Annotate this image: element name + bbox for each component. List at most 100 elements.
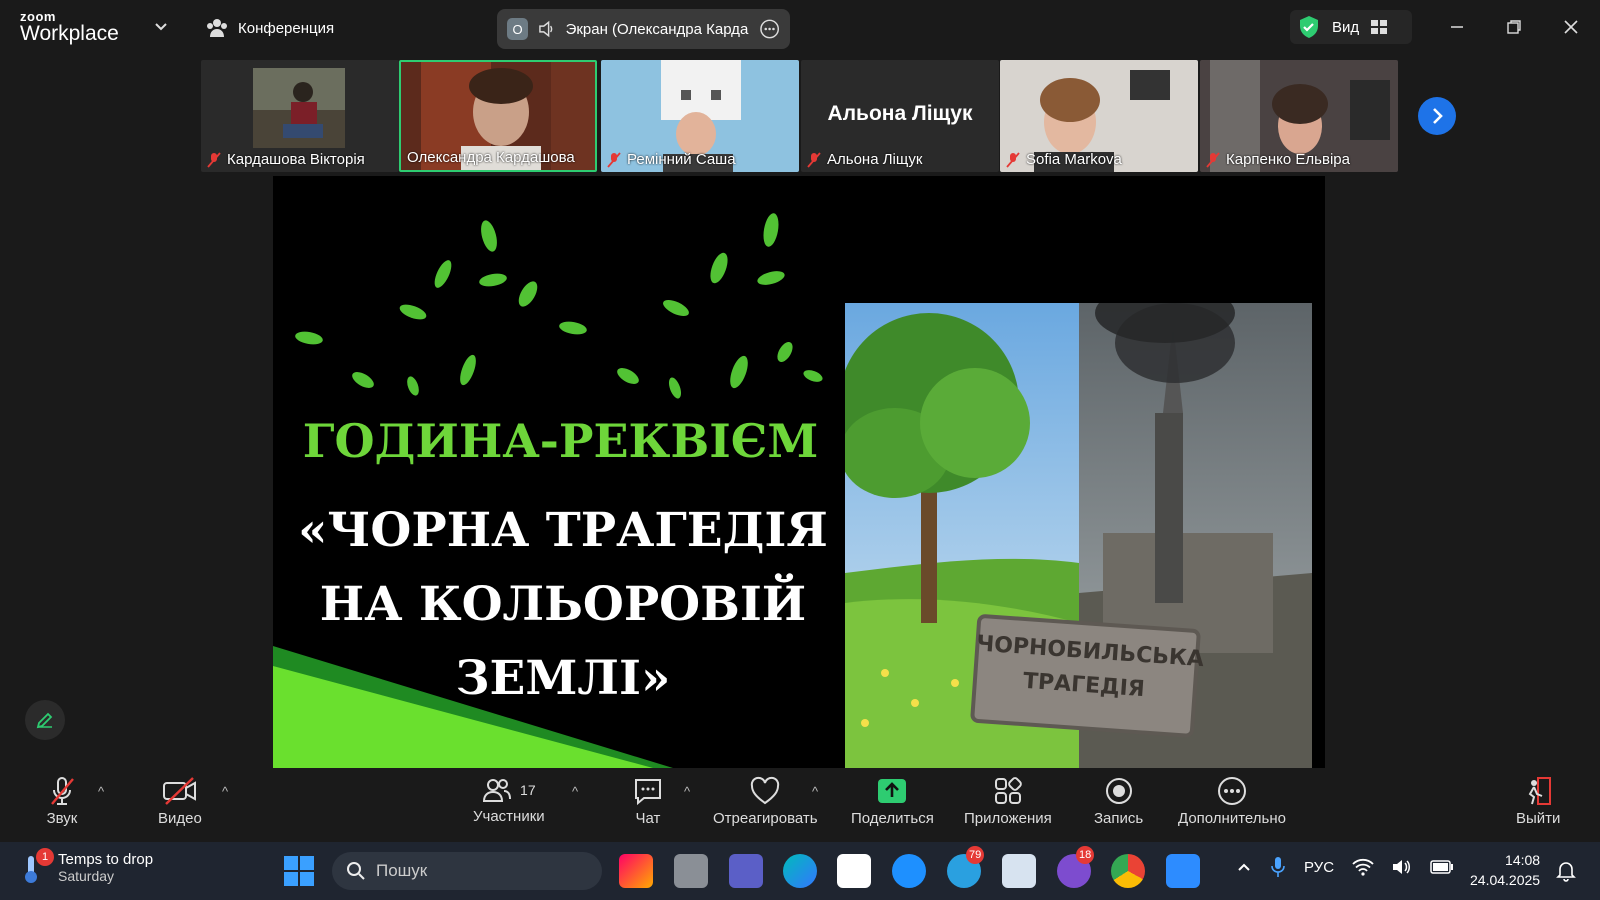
language-indicator[interactable]: РУС xyxy=(1304,859,1334,876)
mic-muted-icon xyxy=(207,151,221,168)
taskbar-search[interactable]: Пошук xyxy=(332,852,602,890)
meeting-toolbar: Звук ^ Видео ^ 17 Участники ^ Чат ^ Отре… xyxy=(0,770,1600,842)
participants-count: 17 xyxy=(520,782,536,798)
chevron-up-icon[interactable] xyxy=(1236,859,1252,875)
audio-button[interactable]: Звук xyxy=(46,776,78,827)
participant-label: Sofia Markova xyxy=(1006,151,1122,168)
react-button[interactable]: Отреагировать xyxy=(713,776,818,827)
battery-icon[interactable] xyxy=(1430,860,1454,874)
apps-button[interactable]: Приложения xyxy=(964,776,1052,827)
volume-icon[interactable] xyxy=(1392,858,1412,876)
participant-label: Кардашова Вікторія xyxy=(207,151,365,168)
participant-tile[interactable]: Sofia Markova xyxy=(1000,60,1198,172)
telegram-badge: 79 xyxy=(966,846,985,864)
chevron-down-icon[interactable] xyxy=(152,18,170,36)
apps-icon xyxy=(994,777,1022,804)
notification-bell-icon[interactable] xyxy=(1556,860,1576,882)
participant-display-name: Альона Ліщук xyxy=(827,102,973,125)
start-windows-icon[interactable] xyxy=(284,856,314,886)
share-button[interactable]: Поделиться xyxy=(851,776,934,827)
close-button[interactable] xyxy=(1558,14,1584,40)
system-tray: РУС xyxy=(1236,856,1454,878)
clock-time: 14:08 xyxy=(1505,852,1541,868)
chat-icon xyxy=(635,779,661,806)
participant-label: Олександра Кардашова xyxy=(407,149,575,166)
react-options-caret[interactable]: ^ xyxy=(812,784,818,799)
weather-title: Temps to drop xyxy=(58,850,154,868)
record-button[interactable]: Запись xyxy=(1094,776,1143,827)
participant-video xyxy=(253,68,345,148)
participant-tile[interactable]: Ремінний Саша xyxy=(601,60,799,172)
participant-tile[interactable]: Кардашова Вікторія xyxy=(201,60,399,172)
search-icon xyxy=(347,862,365,880)
leave-icon xyxy=(1528,777,1552,805)
participant-name: Альона Ліщук xyxy=(827,151,923,168)
weather-widget[interactable]: 1 Temps to drop Saturday xyxy=(20,848,154,884)
apps-label: Приложения xyxy=(964,810,1052,827)
participant-name: Кардашова Вікторія xyxy=(227,151,365,168)
participant-tile-active[interactable]: Олександра Кардашова xyxy=(399,60,597,172)
weather-subtitle: Saturday xyxy=(58,867,115,884)
video-button[interactable]: Видео xyxy=(158,776,202,827)
speaker-icon[interactable] xyxy=(538,20,555,38)
participant-tile[interactable]: Карпенко Ельвіра xyxy=(1200,60,1398,172)
taskbar-clock[interactable]: 14:08 24.04.2025 xyxy=(1470,850,1540,890)
green-stripes-decoration xyxy=(273,646,673,768)
minimize-icon xyxy=(1451,26,1463,28)
edge-browser-icon[interactable] xyxy=(783,854,817,888)
mic-muted-icon xyxy=(1006,151,1020,168)
help-app-icon[interactable] xyxy=(892,854,926,888)
chat-options-caret[interactable]: ^ xyxy=(684,784,690,799)
leave-button[interactable]: Выйти xyxy=(1516,776,1560,827)
mic-muted-icon xyxy=(607,151,621,168)
shield-icon[interactable] xyxy=(1298,15,1320,39)
screen-label: Экран (Олександра Кардаш xyxy=(565,20,749,38)
participants-label: Участники xyxy=(473,808,545,825)
more-options-icon[interactable] xyxy=(759,18,780,40)
task-view-icon[interactable] xyxy=(674,854,708,888)
grid-view-icon xyxy=(1371,20,1388,34)
title-bar: zoom Workplace Конференция O Экран (Олек… xyxy=(0,0,1600,56)
viber-badge: 18 xyxy=(1076,846,1095,864)
people-icon xyxy=(207,19,227,37)
slide-photo: ЧОРНОБИЛЬСЬКА ТРАГЕДІЯ xyxy=(845,303,1312,768)
zoom-logo[interactable]: zoom Workplace xyxy=(20,10,119,44)
slide-title-line1: ГОДИНА-РЕКВІЄМ xyxy=(302,414,819,468)
participant-label: Карпенко Ельвіра xyxy=(1206,151,1350,168)
participant-label: Ремінний Саша xyxy=(607,151,736,168)
next-participants-button[interactable] xyxy=(1418,97,1456,135)
participants-options-caret[interactable]: ^ xyxy=(572,784,578,799)
view-label: Вид xyxy=(1332,18,1360,36)
participants-icon xyxy=(483,779,512,802)
annotate-button[interactable] xyxy=(25,700,65,740)
share-screen-icon xyxy=(878,779,907,803)
teams-app-icon[interactable] xyxy=(729,854,763,888)
notes-app-icon[interactable] xyxy=(1002,854,1036,888)
screen-share-indicator[interactable]: O Экран (Олександра Кардаш xyxy=(497,9,790,49)
record-label: Запись xyxy=(1094,810,1144,827)
conference-label: Конференция xyxy=(238,19,335,37)
more-button[interactable]: Дополнительно xyxy=(1178,776,1286,827)
more-label: Дополнительно xyxy=(1178,810,1286,827)
wifi-icon[interactable] xyxy=(1352,858,1374,876)
audio-options-caret[interactable]: ^ xyxy=(98,784,104,799)
view-menu[interactable]: Вид xyxy=(1290,10,1412,44)
share-label: Поделиться xyxy=(851,810,934,827)
store-app-icon[interactable] xyxy=(837,854,871,888)
more-icon xyxy=(1217,777,1246,805)
microphone-icon[interactable] xyxy=(1270,856,1286,878)
minimize-button[interactable] xyxy=(1444,14,1470,40)
participants-button[interactable]: 17 Участники xyxy=(473,776,545,825)
screen-badge: O xyxy=(507,18,529,40)
leaves-decoration xyxy=(295,213,823,399)
conference-menu[interactable]: Конференция xyxy=(206,18,334,38)
mic-muted-icon xyxy=(51,777,74,805)
restore-button[interactable] xyxy=(1501,14,1527,40)
video-options-caret[interactable]: ^ xyxy=(222,784,228,799)
chrome-browser-icon[interactable] xyxy=(1111,854,1145,888)
zoom-app-icon[interactable] xyxy=(1166,854,1200,888)
participant-tile[interactable]: Альона Ліщук Альона Ліщук xyxy=(801,60,999,172)
chat-button[interactable]: Чат xyxy=(632,776,664,827)
participant-name: Олександра Кардашова xyxy=(407,149,575,166)
copilot-app-icon[interactable] xyxy=(619,854,653,888)
